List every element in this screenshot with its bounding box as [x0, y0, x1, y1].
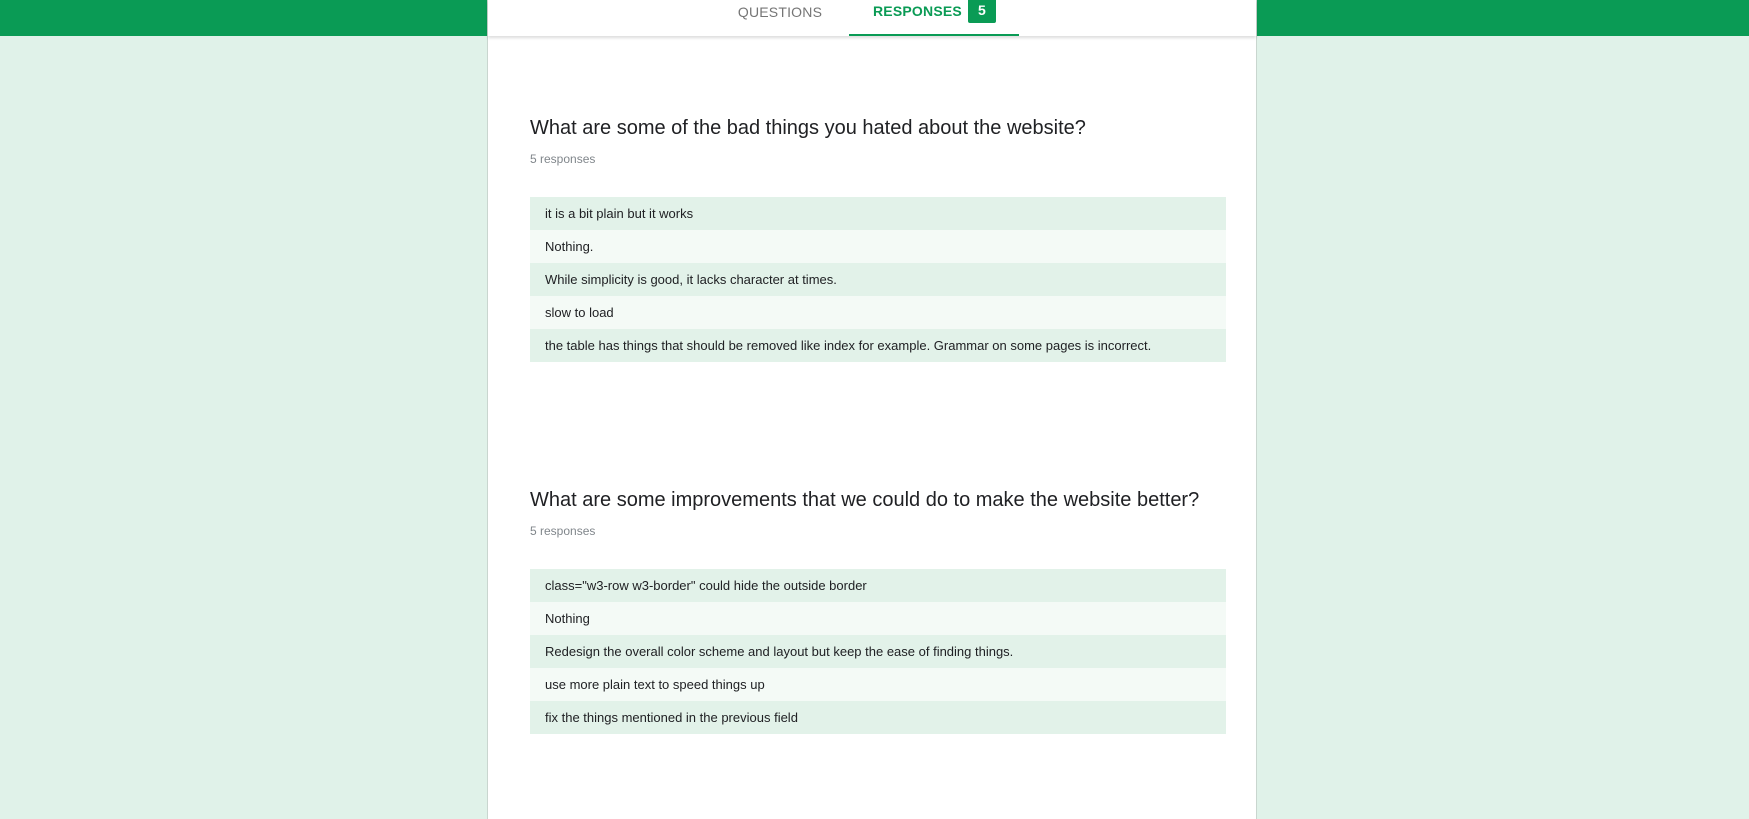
answer-row: the table has things that should be remo… — [530, 329, 1226, 362]
answer-row: fix the things mentioned in the previous… — [530, 701, 1226, 734]
answer-row: class="w3-row w3-border" could hide the … — [530, 569, 1226, 602]
answer-list: class="w3-row w3-border" could hide the … — [530, 569, 1226, 734]
answer-row: it is a bit plain but it works — [530, 197, 1226, 230]
answer-row: Redesign the overall color scheme and la… — [530, 635, 1226, 668]
question-title: What are some improvements that we could… — [530, 489, 1200, 511]
question-title: What are some of the bad things you hate… — [530, 117, 1086, 139]
answer-row: Nothing. — [530, 230, 1226, 263]
response-count: 5 responses — [530, 524, 596, 538]
question-block: What are some improvements that we could… — [530, 486, 1226, 734]
answer-list: it is a bit plain but it works Nothing. … — [530, 197, 1226, 362]
tab-responses-label: RESPONSES — [873, 3, 962, 19]
form-page: QUESTIONS RESPONSES 5 What are some of t… — [487, 0, 1257, 819]
responses-content: What are some of the bad things you hate… — [488, 36, 1256, 734]
answer-row: While simplicity is good, it lacks chara… — [530, 263, 1226, 296]
question-block: What are some of the bad things you hate… — [530, 114, 1226, 362]
answer-row: slow to load — [530, 296, 1226, 329]
tab-questions[interactable]: QUESTIONS — [724, 0, 836, 36]
response-count: 5 responses — [530, 152, 596, 166]
tab-bar: QUESTIONS RESPONSES 5 — [488, 0, 1256, 36]
responses-count-badge: 5 — [968, 0, 996, 23]
tab-responses[interactable]: RESPONSES 5 — [849, 0, 1019, 36]
answer-row: Nothing — [530, 602, 1226, 635]
tab-questions-label: QUESTIONS — [737, 4, 823, 20]
answer-row: use more plain text to speed things up — [530, 668, 1226, 701]
